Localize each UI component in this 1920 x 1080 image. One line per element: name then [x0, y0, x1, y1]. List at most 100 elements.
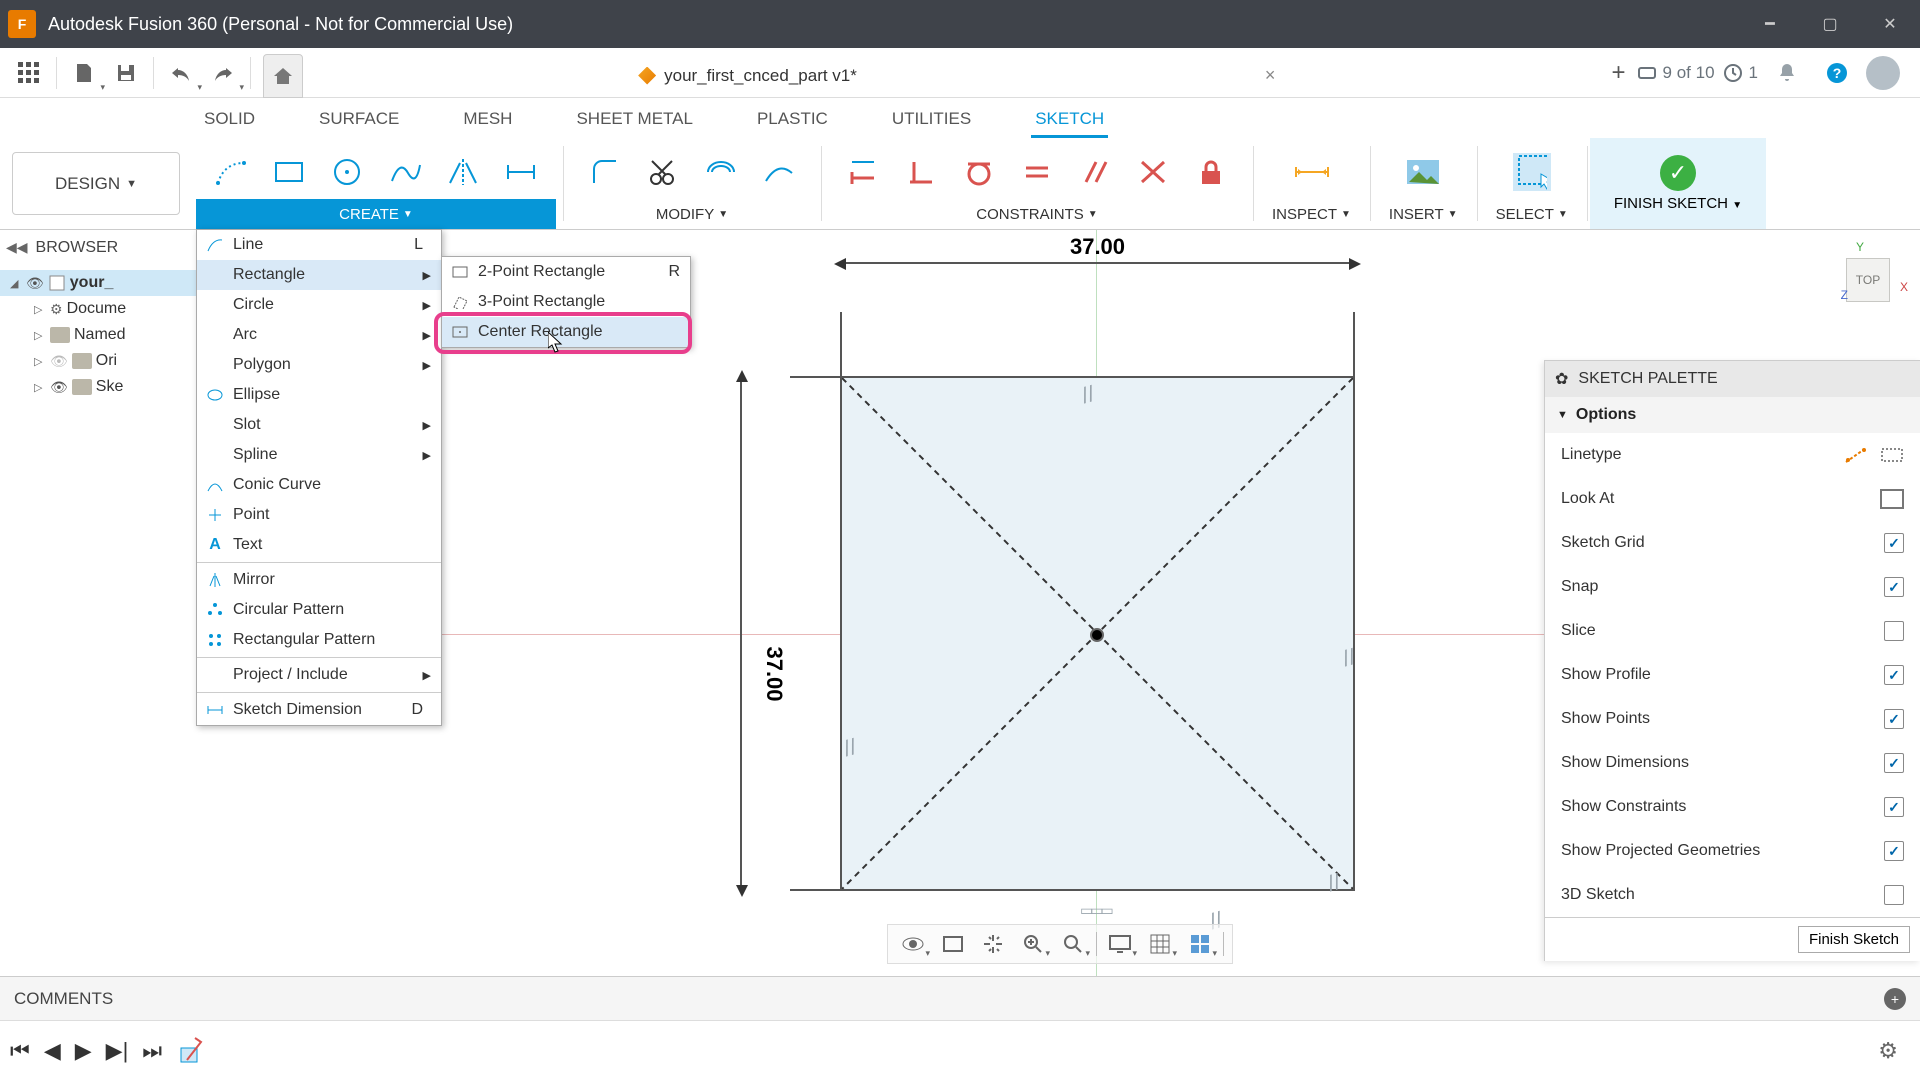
window-close-button[interactable]: ✕ — [1860, 0, 1920, 48]
lookat-nav-button[interactable] — [936, 929, 970, 959]
browser-node-origin[interactable]: ▷ 👁 Ori — [0, 348, 200, 374]
timeline-settings-button[interactable]: ⚙ — [1878, 1038, 1910, 1064]
timeline-prev-button[interactable]: ◀ — [44, 1038, 61, 1064]
dimension-tool[interactable] — [502, 153, 540, 191]
apps-grid-button[interactable] — [8, 53, 50, 93]
window-maximize-button[interactable]: ▢ — [1800, 0, 1860, 48]
show-dimensions-checkbox[interactable] — [1884, 753, 1904, 773]
insert-panel-button[interactable]: INSERT▼ — [1377, 199, 1470, 229]
finish-sketch-button[interactable]: ✓ FINISH SKETCH ▼ — [1590, 138, 1766, 229]
snap-checkbox[interactable] — [1884, 577, 1904, 597]
measure-tool[interactable] — [1292, 153, 1330, 191]
mirror-tool[interactable] — [444, 153, 482, 191]
rectangle-tool[interactable] — [270, 153, 308, 191]
file-new-button[interactable]: ▾ — [63, 53, 105, 93]
tab-utilities[interactable]: UTILITIES — [888, 103, 975, 138]
submenu-3-point-rectangle[interactable]: 3-Point Rectangle — [442, 287, 690, 317]
tab-close-button[interactable]: × — [1265, 65, 1276, 86]
extensions-indicator[interactable]: 9 of 10 — [1637, 63, 1715, 83]
menu-item-point[interactable]: Point — [197, 500, 441, 530]
menu-item-project-include[interactable]: Project / Include▶ — [197, 660, 441, 690]
browser-node-named[interactable]: ▷ Named — [0, 322, 200, 348]
sketch-grid-checkbox[interactable] — [1884, 533, 1904, 553]
menu-item-rectangle[interactable]: Rectangle▶ — [197, 260, 441, 290]
tab-surface[interactable]: SURFACE — [315, 103, 403, 138]
timeline-start-button[interactable]: ⏮ — [10, 1038, 30, 1064]
linetype-centerline-button[interactable] — [1880, 446, 1904, 464]
browser-header[interactable]: ◀◀ BROWSER — [0, 230, 200, 266]
visibility-toggle[interactable]: 👁 — [50, 379, 68, 396]
show-profile-checkbox[interactable] — [1884, 665, 1904, 685]
modify-panel-button[interactable]: MODIFY▼ — [570, 199, 814, 229]
create-panel-button[interactable]: CREATE▼ — [196, 199, 556, 229]
show-projected-checkbox[interactable] — [1884, 841, 1904, 861]
browser-node-sketches[interactable]: ▷ 👁 Ske — [0, 374, 200, 400]
palette-header[interactable]: ✿ SKETCH PALETTE — [1545, 361, 1920, 397]
show-constraints-checkbox[interactable] — [1884, 797, 1904, 817]
circle-tool[interactable] — [328, 153, 366, 191]
menu-item-circular-pattern[interactable]: Circular Pattern — [197, 595, 441, 625]
insert-image-tool[interactable] — [1404, 153, 1442, 191]
3d-sketch-checkbox[interactable] — [1884, 885, 1904, 905]
visibility-toggle[interactable]: 👁 — [26, 275, 44, 292]
coincident-constraint[interactable] — [1134, 153, 1172, 191]
tab-solid[interactable]: SOLID — [200, 103, 259, 138]
file-save-button[interactable] — [105, 53, 147, 93]
menu-item-arc[interactable]: Arc▶ — [197, 320, 441, 350]
move-tool[interactable] — [760, 153, 798, 191]
constraints-panel-button[interactable]: CONSTRAINTS▼ — [828, 199, 1246, 229]
menu-item-circle[interactable]: Circle▶ — [197, 290, 441, 320]
display-settings-button[interactable]: ▾ — [1103, 929, 1137, 959]
tangent-constraint[interactable] — [960, 153, 998, 191]
submenu-2-point-rectangle[interactable]: 2-Point RectangleR — [442, 257, 690, 287]
dimension-vertical[interactable]: 37.00 — [740, 376, 742, 891]
view-cube-face[interactable]: TOP — [1846, 258, 1890, 302]
line-tool[interactable] — [212, 153, 250, 191]
menu-item-line[interactable]: LineL — [197, 230, 441, 260]
linetype-construction-button[interactable] — [1844, 446, 1868, 464]
menu-item-conic-curve[interactable]: Conic Curve — [197, 470, 441, 500]
new-tab-button[interactable]: + — [1601, 55, 1637, 91]
document-tab[interactable]: your_first_cnced_part v1* × — [313, 54, 1601, 98]
timeline-next-button[interactable]: ▶| — [106, 1038, 129, 1064]
user-avatar[interactable] — [1866, 56, 1900, 90]
help-button[interactable]: ? — [1816, 53, 1858, 93]
menu-item-slot[interactable]: Slot▶ — [197, 410, 441, 440]
show-points-checkbox[interactable] — [1884, 709, 1904, 729]
view-cube[interactable]: TOP X Y Z — [1822, 240, 1908, 326]
select-tool[interactable] — [1513, 153, 1551, 191]
lock-constraint[interactable] — [1192, 153, 1230, 191]
menu-item-spline[interactable]: Spline▶ — [197, 440, 441, 470]
comments-bar[interactable]: COMMENTS + — [0, 976, 1920, 1020]
slice-checkbox[interactable] — [1884, 621, 1904, 641]
menu-item-sketch-dimension[interactable]: Sketch DimensionD — [197, 695, 441, 725]
menu-item-mirror[interactable]: Mirror — [197, 565, 441, 595]
grid-settings-button[interactable]: ▾ — [1143, 929, 1177, 959]
home-tab-button[interactable] — [263, 54, 303, 98]
pan-button[interactable] — [976, 929, 1010, 959]
browser-node-document[interactable]: ▷ ⚙ Docume — [0, 296, 200, 322]
canvas[interactable]: // // // // // ▭▭▭ 37.00 37.00 — [200, 230, 1920, 976]
timeline-end-button[interactable]: ⏭ — [142, 1038, 162, 1064]
tab-mesh[interactable]: MESH — [459, 103, 516, 138]
menu-item-rectangular-pattern[interactable]: Rectangular Pattern — [197, 625, 441, 655]
dimension-horizontal[interactable]: 37.00 — [840, 262, 1355, 264]
add-comment-button[interactable]: + — [1884, 988, 1906, 1010]
menu-item-text[interactable]: A Text — [197, 530, 441, 560]
timeline-play-button[interactable]: ▶ — [75, 1038, 92, 1064]
notifications-button[interactable] — [1766, 53, 1808, 93]
orbit-button[interactable]: ▾ — [896, 929, 930, 959]
parallel-constraint[interactable] — [1076, 153, 1114, 191]
workspace-selector[interactable]: DESIGN▼ — [12, 152, 180, 215]
tab-plastic[interactable]: PLASTIC — [753, 103, 832, 138]
window-minimize-button[interactable]: ━ — [1740, 0, 1800, 48]
select-panel-button[interactable]: SELECT▼ — [1484, 199, 1580, 229]
zoom-button[interactable]: ▾ — [1016, 929, 1050, 959]
undo-button[interactable]: ▾ — [160, 53, 202, 93]
spline-tool[interactable] — [386, 153, 424, 191]
trim-tool[interactable] — [644, 153, 682, 191]
fit-button[interactable]: ▾ — [1056, 929, 1090, 959]
jobs-indicator[interactable]: 1 — [1723, 63, 1758, 83]
inspect-panel-button[interactable]: INSPECT▼ — [1260, 199, 1363, 229]
menu-item-polygon[interactable]: Polygon▶ — [197, 350, 441, 380]
